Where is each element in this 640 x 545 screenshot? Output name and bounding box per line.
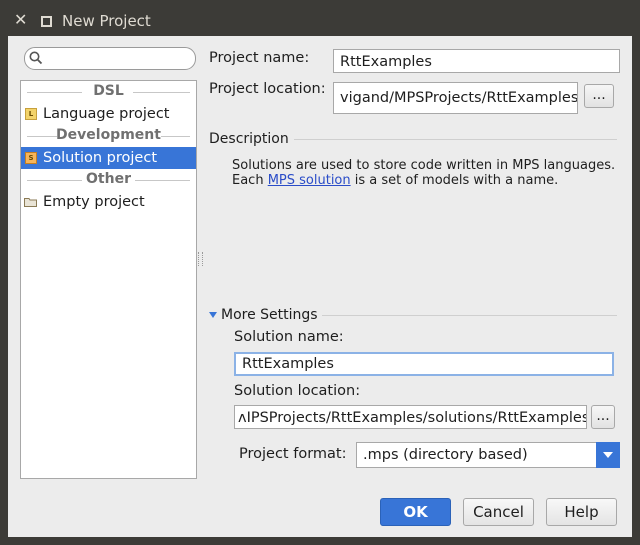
tree-item-label: Language project xyxy=(43,106,170,122)
panel-splitter[interactable] xyxy=(198,252,203,266)
description-line: Each MPS solution is a set of models wit… xyxy=(232,173,559,188)
tree-item-label: Solution project xyxy=(43,150,158,166)
tree-group-label: Other xyxy=(86,171,131,187)
project-name-field[interactable]: RttExamples xyxy=(333,49,620,73)
project-location-field[interactable]: vigand/MPSProjects/RttExamples xyxy=(333,82,578,114)
browse-solution-location-button[interactable]: ... xyxy=(591,405,615,429)
expand-triangle-icon[interactable] xyxy=(209,312,217,318)
new-project-dialog: DSL L Language project Development S Sol… xyxy=(8,36,632,537)
tree-group-other: Other xyxy=(21,169,196,191)
window-title: New Project xyxy=(62,12,151,30)
language-icon: L xyxy=(25,108,37,120)
tree-group-label: DSL xyxy=(93,83,124,99)
tree-item-empty-project[interactable]: Empty project xyxy=(21,191,196,213)
window-titlebar: ✕ New Project xyxy=(0,0,640,40)
project-format-value: .mps (directory based) xyxy=(363,447,528,463)
browse-project-location-button[interactable]: ... xyxy=(584,84,614,108)
tree-group-label: Development xyxy=(56,127,161,143)
project-location-label: Project location: xyxy=(209,81,326,97)
tree-item-language-project[interactable]: L Language project xyxy=(21,103,196,125)
tree-item-solution-project[interactable]: S Solution project xyxy=(21,147,196,169)
description-title: Description xyxy=(209,131,289,147)
chevron-down-icon[interactable] xyxy=(596,442,620,468)
tree-group-dsl: DSL xyxy=(21,81,196,103)
tree-item-label: Empty project xyxy=(43,194,145,210)
search-icon xyxy=(29,51,43,65)
project-type-tree: DSL L Language project Development S Sol… xyxy=(20,80,197,479)
project-format-select[interactable]: .mps (directory based) xyxy=(356,442,620,468)
maximize-icon[interactable] xyxy=(41,16,52,27)
cancel-button[interactable]: Cancel xyxy=(463,498,534,526)
solution-location-label: Solution location: xyxy=(234,383,361,399)
project-format-label: Project format: xyxy=(239,446,347,462)
project-name-label: Project name: xyxy=(209,50,310,66)
solution-location-field[interactable]: ʌIPSProjects/RttExamples/solutions/RttEx… xyxy=(234,405,587,429)
ok-button[interactable]: OK xyxy=(380,498,451,526)
description-line: Solutions are used to store code written… xyxy=(232,158,616,173)
search-input[interactable] xyxy=(24,47,196,70)
description-text: Solutions are used to store code written… xyxy=(232,158,622,188)
mps-solution-link[interactable]: MPS solution xyxy=(268,173,351,188)
close-icon[interactable]: ✕ xyxy=(14,11,27,29)
solution-name-field[interactable]: RttExamples xyxy=(234,352,614,376)
solution-icon: S xyxy=(25,152,37,164)
solution-name-label: Solution name: xyxy=(234,329,344,345)
folder-icon xyxy=(24,198,37,207)
tree-group-development: Development xyxy=(21,125,196,147)
more-settings-toggle[interactable]: More Settings xyxy=(221,307,318,323)
help-button[interactable]: Help xyxy=(546,498,617,526)
